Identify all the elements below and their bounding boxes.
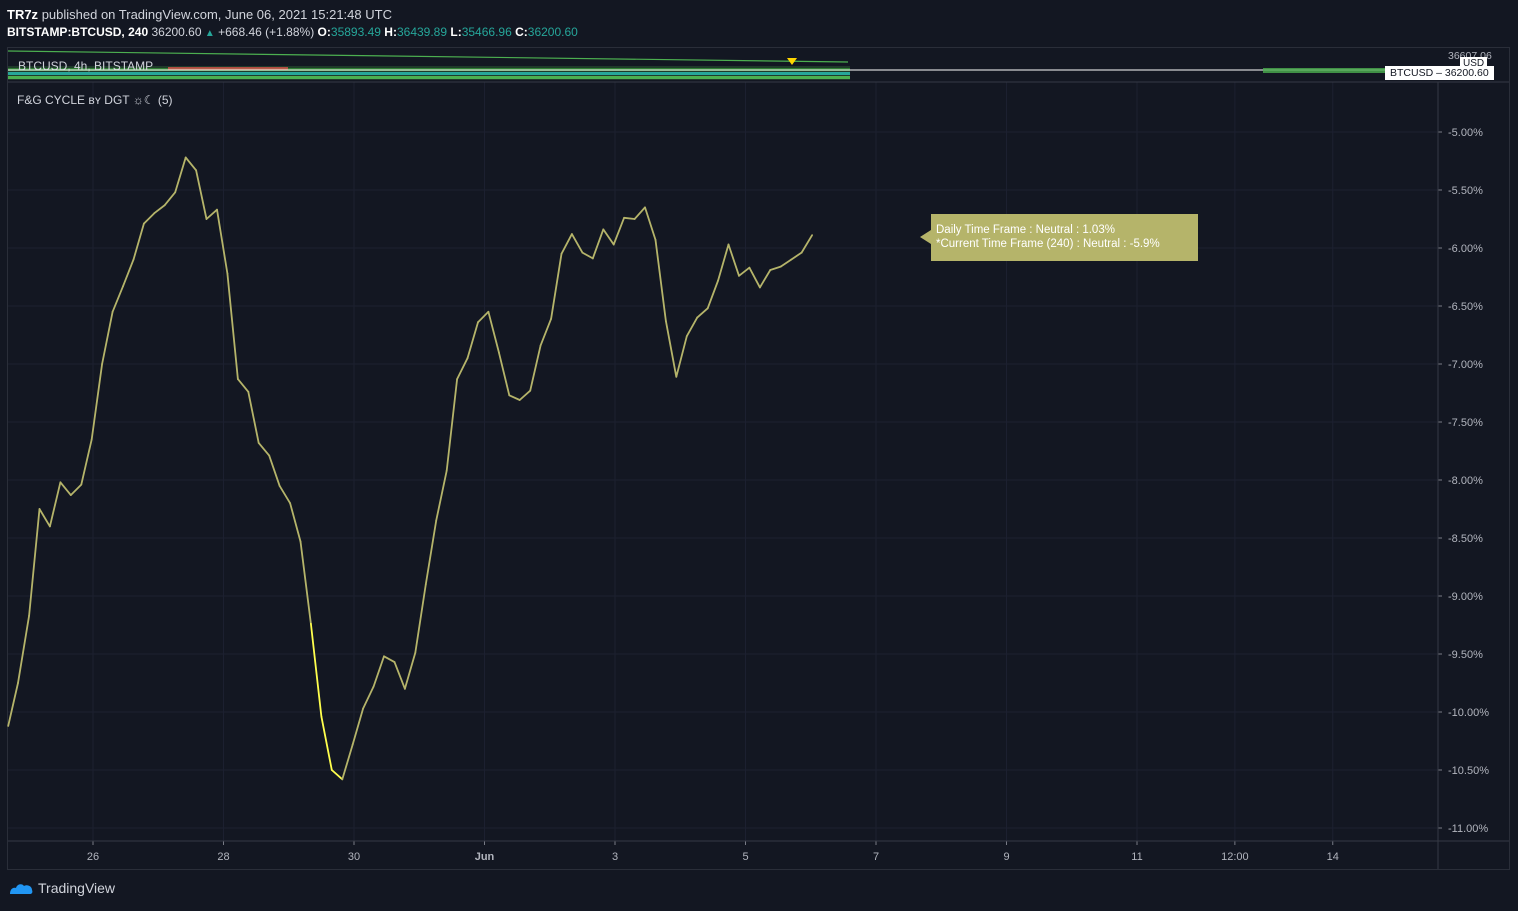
symbol-name[interactable]: BITSTAMP:BTCUSD, 240 [7, 25, 148, 39]
price-pane-label: BTCUSD, 4h, BITSTAMP [18, 59, 154, 73]
price-pane[interactable]: BTCUSD, 4h, BITSTAMP [8, 48, 1438, 81]
symbol-tag-name: BTCUSD [1390, 67, 1434, 79]
symbol-tag-price: 36200.60 [1444, 67, 1489, 79]
last-price: 36200.60 [151, 25, 202, 39]
footer-brand-text: TradingView [38, 880, 116, 896]
indicator-tooltip: Daily Time Frame : Neutral : 1.03% *Curr… [931, 214, 1198, 261]
tradingview-logo-icon [10, 884, 33, 894]
close-value: 36200.60 [527, 25, 578, 39]
publisher-header: TR7z published on TradingView.com, June … [7, 7, 392, 22]
price-band-lightgreen [8, 76, 850, 79]
price-change: +668.46 (+1.88%) [218, 25, 315, 39]
symbol-tag-dash: – [1436, 67, 1442, 79]
chart-frame [7, 47, 1510, 870]
open-value: 35893.49 [330, 25, 381, 39]
indicator-title[interactable]: F&G CYCLE ʙʏ DGT ☼☾ (5) [17, 93, 173, 107]
symbol-header: BITSTAMP:BTCUSD, 240 36200.60 ▲ +668.46 … [7, 25, 578, 39]
tooltip-arrow [920, 230, 931, 244]
high-label: H: [384, 25, 397, 39]
up-arrow-icon: ▲ [204, 28, 215, 39]
price-pane-strip [8, 50, 1438, 80]
footer-brand[interactable]: TradingView [8, 880, 115, 896]
high-value: 36439.89 [396, 25, 448, 39]
low-label: L: [450, 25, 462, 39]
tooltip-line-current: *Current Time Frame (240) : Neutral : -5… [936, 238, 1160, 250]
low-value: 35466.96 [461, 25, 512, 39]
symbol-price-tag: BTCUSD – 36200.60 [1385, 66, 1494, 80]
open-label: O: [317, 25, 331, 39]
publisher-name[interactable]: TR7z [7, 7, 38, 22]
price-band-future [1263, 68, 1393, 73]
published-text: published on TradingView.com, June 06, 2… [41, 7, 392, 22]
tooltip-line-daily: Daily Time Frame : Neutral : 1.03% [936, 224, 1115, 236]
close-label: C: [515, 25, 528, 39]
